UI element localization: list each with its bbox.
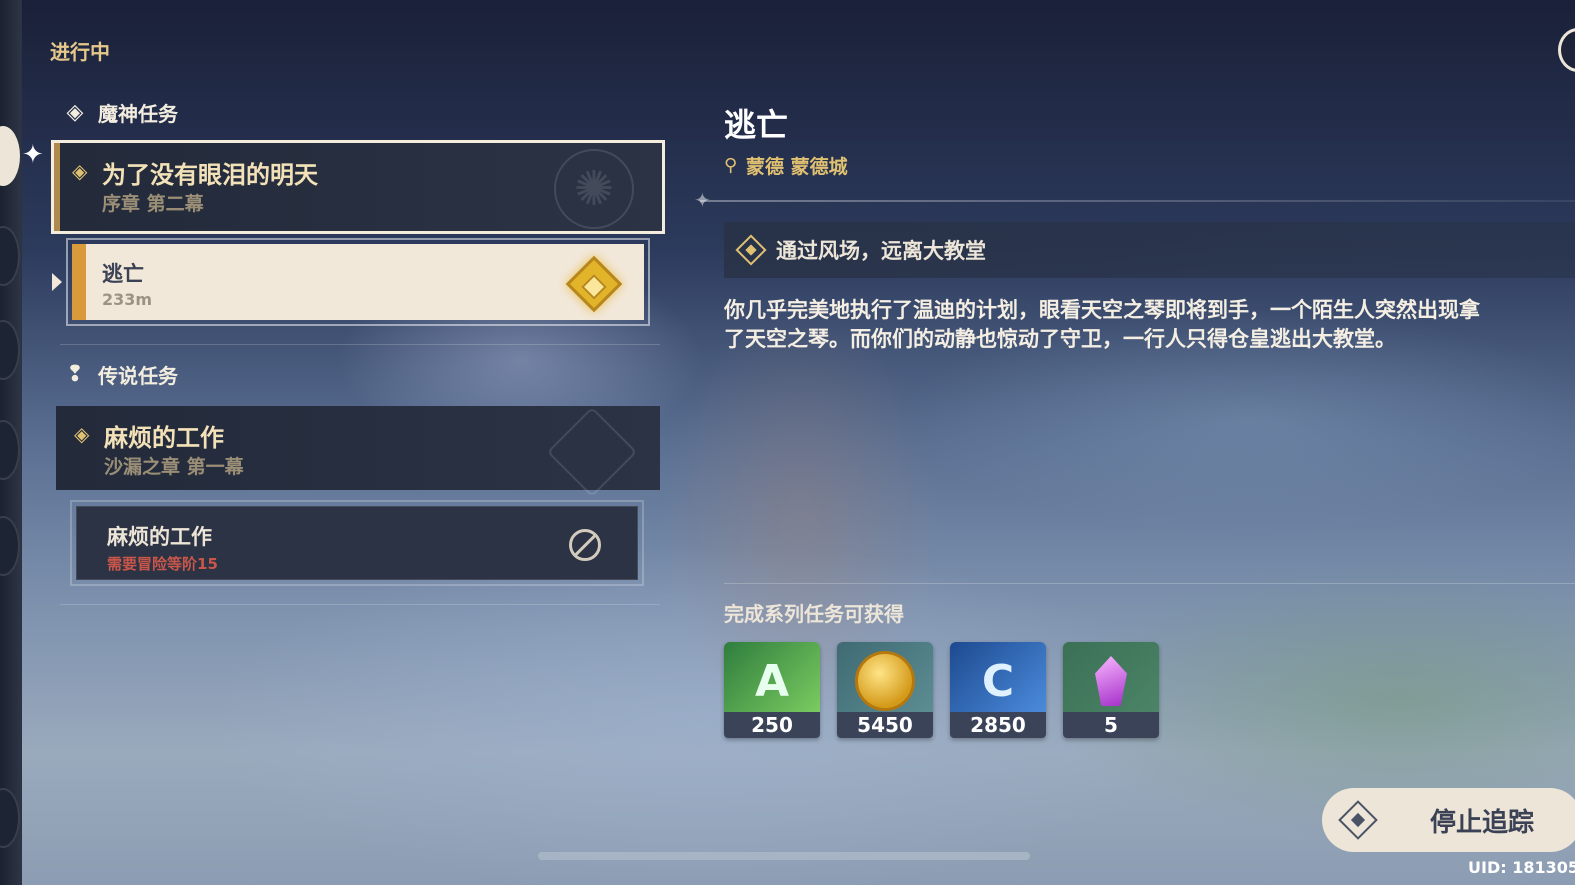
archon-quest-label: 魔神任务 [98, 102, 178, 126]
quest-detail-title: 逃亡 [724, 106, 789, 144]
archon-quest-icon: ◈ [66, 100, 84, 125]
description-line-1: 你几乎完美地执行了温迪的计划，眼看天空之琴即将到手，一个陌生人突然出现拿 [724, 298, 1480, 322]
reward-count: 5450 [837, 712, 933, 738]
objective-text: 通过风场，远离大教堂 [776, 239, 986, 263]
stop-tracking-label: 停止追踪 [1430, 808, 1535, 838]
reward-companionship-exp[interactable]: C 2850 [950, 642, 1046, 738]
home-indicator[interactable] [538, 852, 1030, 860]
reward-count: 5 [1063, 712, 1159, 738]
category-tab-4[interactable] [0, 420, 20, 480]
location-text: 蒙德 蒙德城 [746, 156, 848, 178]
quest-chapter: 沙漏之章 第一幕 [104, 456, 244, 478]
quest-diamond-icon: ◈ [72, 159, 88, 183]
primogem-icon [1063, 642, 1159, 720]
quest-location: ⚲ 蒙德 蒙德城 [724, 152, 848, 179]
reward-adventure-exp[interactable]: A 250 [724, 642, 820, 738]
category-tab-active[interactable] [0, 126, 20, 186]
section-divider [60, 344, 660, 345]
tracking-diamond-icon [1338, 800, 1378, 840]
legend-quest-section: ❢ 传说任务 [62, 360, 178, 389]
archon-emblem-icon: ✺ [554, 149, 634, 229]
subquest-distance: 233m [102, 290, 153, 309]
locked-icon [569, 529, 601, 561]
adventure-exp-icon: A [724, 642, 820, 720]
quest-diamond-icon: ◈ [74, 422, 90, 446]
section-divider [60, 604, 660, 605]
archon-quest-section: ◈ 魔神任务 [62, 98, 178, 127]
reward-count: 250 [724, 712, 820, 738]
decorative-divider [700, 200, 1575, 202]
description-line-2: 了天空之琴。而你们的动静也惊动了守卫，一行人只得仓皇逃出大教堂。 [724, 327, 1396, 351]
companionship-exp-icon: C [950, 642, 1046, 720]
quest-title: 为了没有眼泪的明天 [102, 161, 318, 189]
quest-chapter: 序章 第二幕 [102, 193, 204, 215]
reward-count: 2850 [950, 712, 1046, 738]
selected-arrow-icon [52, 273, 62, 291]
rewards-divider [724, 583, 1575, 584]
left-category-rail [0, 0, 22, 885]
legend-quest-label: 传说任务 [98, 364, 178, 388]
location-pin-icon: ⚲ [724, 154, 738, 176]
quest-objective: 通过风场，远离大教堂 [724, 222, 1575, 278]
category-tab-6[interactable] [0, 788, 20, 848]
stop-tracking-button[interactable]: 停止追踪 [1322, 788, 1575, 852]
quest-card-archon[interactable]: ◈ 为了没有眼泪的明天 序章 第二幕 ✺ [51, 140, 665, 234]
objective-diamond-icon [735, 234, 767, 266]
subquest-card-locked[interactable]: 麻烦的工作 需要冒险等阶15 [70, 500, 644, 586]
sparkle-icon: ✦ [22, 140, 44, 170]
legend-quest-icon: ❢ [65, 362, 85, 387]
subquest-title: 逃亡 [102, 262, 144, 286]
reward-primogem[interactable]: 5 [1063, 642, 1159, 738]
in-progress-heading: 进行中 [50, 40, 110, 64]
divider-star-icon: ✦ [694, 188, 711, 212]
tracking-diamond-icon [565, 255, 623, 313]
rewards-heading: 完成系列任务可获得 [724, 602, 904, 626]
category-tab-2[interactable] [0, 226, 20, 286]
category-tab-3[interactable] [0, 320, 20, 380]
mora-coin-icon [837, 642, 933, 720]
reward-mora[interactable]: 5450 [837, 642, 933, 738]
quest-description: 你几乎完美地执行了温迪的计划，眼看天空之琴即将到手，一个陌生人突然出现拿 了天空… [724, 296, 1575, 354]
quest-title: 麻烦的工作 [104, 424, 224, 452]
subquest-requirement: 需要冒险等阶15 [107, 555, 218, 573]
uid-label: UID: 181305 [1468, 858, 1575, 877]
legend-emblem-icon [546, 406, 638, 498]
subquest-title: 麻烦的工作 [107, 525, 212, 549]
subquest-card-escape[interactable]: 逃亡 233m [66, 238, 650, 326]
category-tab-5[interactable] [0, 516, 20, 576]
quest-card-legend[interactable]: ◈ 麻烦的工作 沙漏之章 第一幕 [56, 406, 660, 498]
